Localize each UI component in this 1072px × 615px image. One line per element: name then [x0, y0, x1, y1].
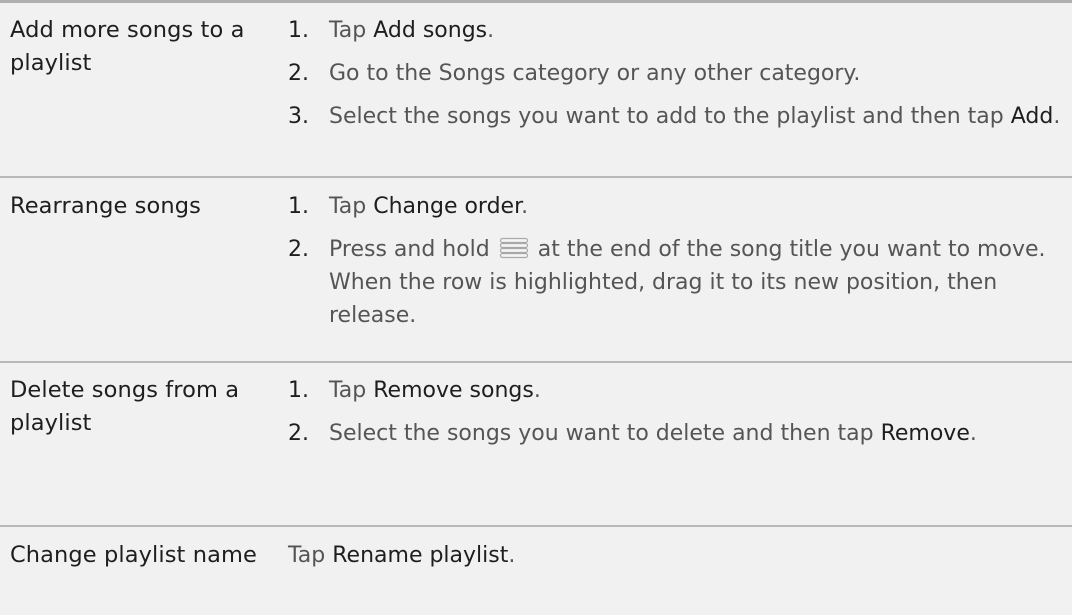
step-text-end: .	[508, 543, 516, 568]
step-text-end: .	[533, 378, 541, 403]
action-label: Rearrange songs	[10, 193, 201, 219]
step-emphasis: Change order	[373, 194, 522, 219]
step-number: 1.	[288, 18, 309, 43]
action-label: Delete songs from a playlist	[10, 377, 240, 436]
step-text-end: .	[487, 18, 495, 43]
step-number: 2.	[288, 61, 309, 86]
step-emphasis: Remove songs	[373, 378, 534, 403]
step-text-end: .	[969, 421, 977, 446]
step-text: Tap	[329, 18, 374, 43]
table-row: Add more songs to a playlist 1. Tap Add s…	[0, 0, 1072, 176]
step-emphasis: Add songs	[373, 18, 488, 43]
steps-list: 1. Tap Change order. 2. Press and hold at …	[288, 190, 1068, 342]
step-text-end: .	[521, 194, 529, 219]
action-label: Add more songs to a playlist	[10, 17, 245, 76]
action-label: Change playlist name	[10, 542, 257, 568]
step-text: Select the songs you want to add to the …	[329, 104, 1011, 129]
step-number: 1.	[288, 194, 309, 219]
steps-list: 1. Tap Add songs. 2. Go to the Songs categ…	[288, 14, 1068, 143]
table-row: Delete songs from a playlist 1. Tap Remov…	[0, 361, 1072, 525]
step-item: 2. Select the songs you want to delete an…	[288, 417, 1068, 450]
step-text: Press and hold	[329, 237, 490, 262]
step-number: 2.	[288, 421, 309, 446]
step-emphasis: Rename playlist	[332, 543, 509, 568]
playlist-actions-table: Add more songs to a playlist 1. Tap Add s…	[0, 0, 1072, 615]
step-number: 2.	[288, 237, 309, 262]
table-row: Rearrange songs 1. Tap Change order. 2. Pr…	[0, 176, 1072, 361]
step-text: Tap	[329, 194, 374, 219]
step-item: 2. Press and hold at the end of the song …	[288, 233, 1068, 332]
step-emphasis: Add	[1010, 104, 1054, 129]
drag-handle-icon	[499, 236, 529, 259]
step-number: 3.	[288, 104, 309, 129]
step-item: 1. Tap Remove songs.	[288, 374, 1068, 407]
step-item: 3. Select the songs you want to add to th…	[288, 100, 1068, 133]
step-emphasis: Remove	[880, 421, 970, 446]
step-item: 1. Tap Add songs.	[288, 14, 1068, 47]
steps-list: 1. Tap Remove songs. 2. Select the songs y…	[288, 374, 1068, 460]
step-item: 2. Go to the Songs category or any other …	[288, 57, 1068, 90]
step-item: 1. Tap Change order.	[288, 190, 1068, 223]
step-text: Tap	[288, 543, 333, 568]
step-text: Go to the Songs category or any other ca…	[329, 61, 861, 86]
step-text: Select the songs you want to delete and …	[329, 421, 881, 446]
step-number: 1.	[288, 378, 309, 403]
table-row: Change playlist name Tap Rename playlist…	[0, 525, 1072, 615]
steps-list: Tap Rename playlist.	[288, 539, 1068, 572]
step-text: Tap	[329, 378, 374, 403]
step-text-end: .	[1053, 104, 1061, 129]
step-item: Tap Rename playlist.	[288, 539, 1068, 572]
